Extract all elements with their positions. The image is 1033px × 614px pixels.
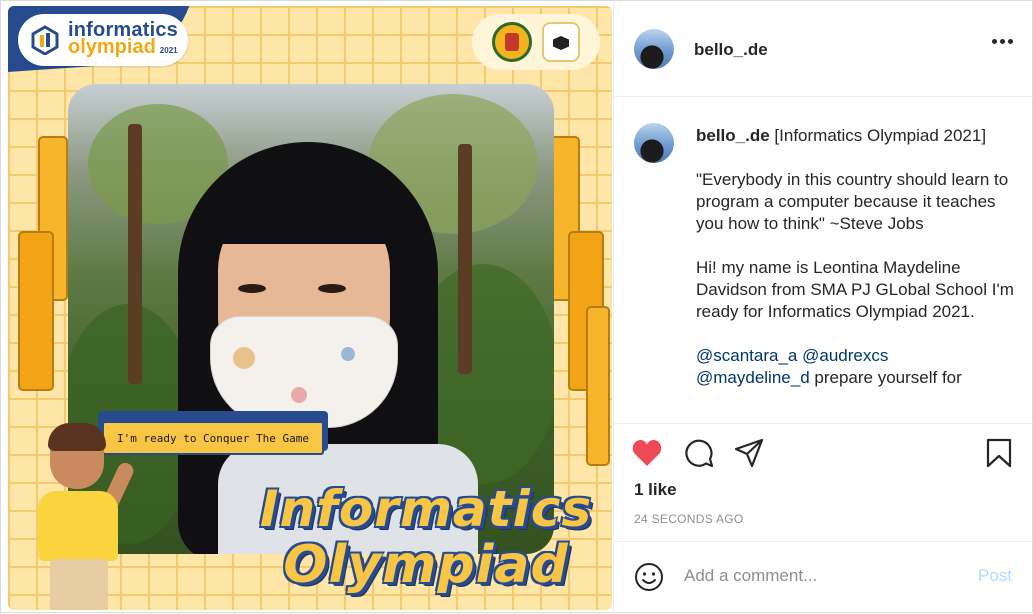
emoji-icon[interactable] [632, 560, 666, 594]
olympiad-title: Informatics Olympiad [240, 481, 612, 610]
comment-input[interactable] [684, 562, 954, 590]
title-line-1: Informatics [259, 480, 593, 538]
caption-fade [696, 409, 1016, 423]
post-header: bello_.de [614, 1, 1033, 97]
logo-year: 2021 [159, 45, 178, 55]
partner-logos [472, 14, 600, 70]
person-bangs [208, 164, 398, 244]
caption-username[interactable]: bello_.de [696, 126, 770, 145]
heart-icon[interactable] [630, 436, 664, 470]
comment-icon[interactable] [682, 436, 716, 470]
mask-print [291, 387, 307, 403]
post-button[interactable]: Post [978, 566, 1012, 586]
caption-avatar[interactable] [634, 123, 674, 163]
header-username[interactable]: bello_.de [694, 40, 768, 60]
post-timestamp[interactable]: 24 SECONDS AGO [634, 512, 744, 526]
olympiad-logo-text: informatics olympiad 2021 [68, 20, 178, 59]
mention-link[interactable]: @scantara_a [696, 346, 797, 365]
comment-box: Post [614, 541, 1033, 614]
olympiad-logo-mark [30, 25, 60, 56]
olympiad-logo: informatics olympiad 2021 [18, 14, 188, 66]
more-icon[interactable] [992, 39, 1013, 44]
caption-mention-text: prepare yourself for [814, 368, 962, 387]
caption-title: [Informatics Olympiad 2021] [774, 126, 987, 145]
avatar[interactable] [634, 29, 674, 69]
tree-trunk [458, 144, 472, 374]
logo-line-2: olympiad [68, 35, 156, 58]
tree-trunk [128, 124, 142, 384]
share-icon[interactable] [732, 436, 766, 470]
boy-hair [48, 423, 106, 451]
mention-link[interactable]: @audrexcs [802, 346, 888, 365]
bookmark-icon[interactable] [982, 436, 1016, 470]
caption-intro: Hi! my name is Leontina Maydeline Davids… [696, 258, 1014, 321]
person-eye [238, 284, 266, 293]
likes-count[interactable]: 1 like [634, 480, 677, 500]
mask-print [341, 347, 355, 361]
caption-quote: "Everybody in this country should learn … [696, 170, 1009, 233]
side-bar-left-2 [18, 231, 54, 391]
boy-body [38, 491, 118, 561]
university-seal [492, 22, 532, 62]
person-eye [318, 284, 346, 293]
boy-legs [50, 559, 108, 610]
caption-text: bello_.de [Informatics Olympiad 2021] "E… [696, 125, 1016, 389]
action-bar: 1 like 24 SECONDS AGO [614, 423, 1033, 541]
post-window: informatics olympiad 2021 I'm ready to C… [0, 0, 1033, 614]
post-side-panel: bello_.de bello_.de [Informatics Olympia… [613, 1, 1033, 614]
partner-badge [542, 22, 580, 62]
caption-area: bello_.de [Informatics Olympiad 2021] "E… [614, 97, 1033, 423]
post-image[interactable]: informatics olympiad 2021 I'm ready to C… [8, 6, 612, 610]
side-bar-right-3 [586, 306, 610, 466]
mask-print [233, 347, 255, 369]
mention-link[interactable]: @maydeline_d [696, 368, 810, 387]
title-line-2: Olympiad [283, 535, 569, 595]
cartoon-boy [22, 421, 142, 610]
